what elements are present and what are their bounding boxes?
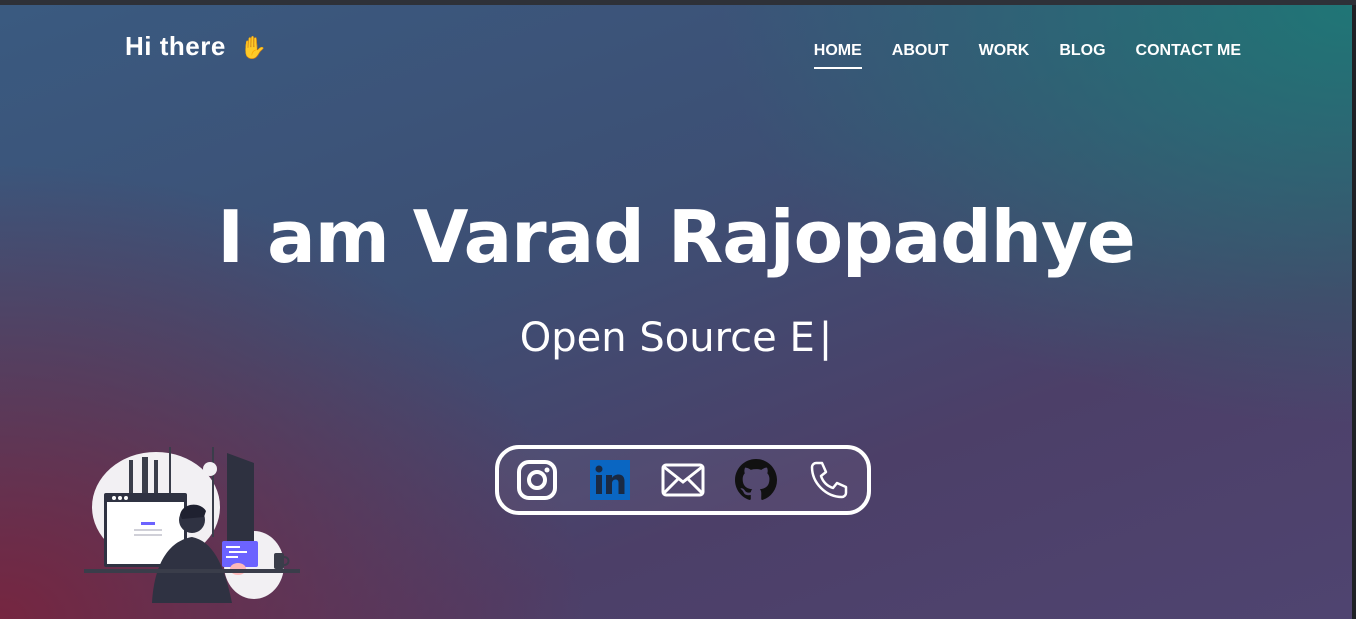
linkedin-icon[interactable] (588, 458, 632, 502)
nav-contact-me[interactable]: CONTACT ME (1136, 42, 1241, 60)
main-nav: HOME ABOUT WORK BLOG CONTACT ME (813, 42, 1241, 69)
home-section: Hi there ✋ HOME ABOUT WORK BLOG CONTACT M… (0, 5, 1352, 619)
social-links (495, 445, 871, 515)
typing-cursor: | (818, 315, 833, 361)
developer-at-desk-illustration (84, 445, 304, 615)
hero-subtitle: Open Source E | (0, 315, 1352, 361)
nav-home[interactable]: HOME (813, 42, 862, 69)
phone-icon[interactable] (807, 458, 851, 502)
typed-text: Open Source E (519, 315, 815, 361)
nav-blog[interactable]: BLOG (1059, 42, 1105, 60)
brand-text: Hi there (125, 31, 226, 61)
nav-work[interactable]: WORK (979, 42, 1030, 60)
hero-title: I am Varad Rajopadhye (217, 195, 1135, 279)
instagram-icon[interactable] (515, 458, 559, 502)
brand[interactable]: Hi there ✋ (125, 31, 268, 62)
waving-hand-icon: ✋ (239, 35, 268, 60)
nav-about[interactable]: ABOUT (892, 42, 949, 60)
scrollbar[interactable] (1352, 5, 1356, 619)
github-icon[interactable] (734, 458, 778, 502)
email-icon[interactable] (661, 458, 705, 502)
